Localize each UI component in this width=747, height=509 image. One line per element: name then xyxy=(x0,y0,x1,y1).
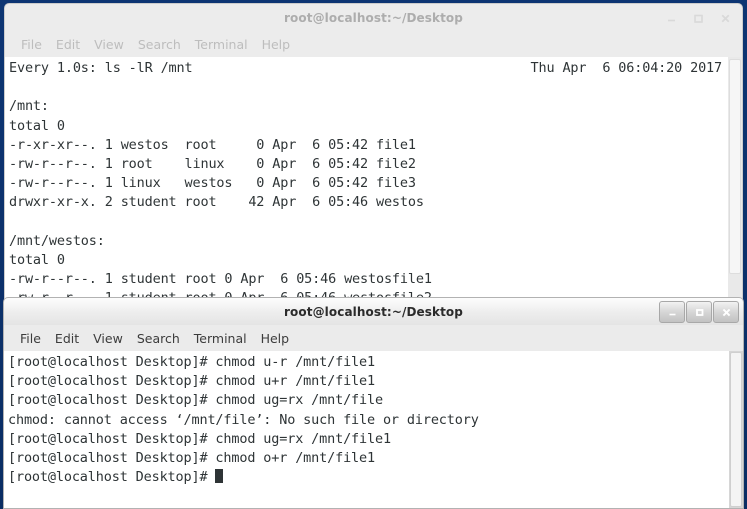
minimize-icon xyxy=(667,19,675,21)
terminal-line: -rw-r--r--. 1 linux westos 0 Apr 6 05:42… xyxy=(9,175,416,192)
minimize-button-shell[interactable] xyxy=(659,301,685,323)
menu-edit-watch[interactable]: Edit xyxy=(49,36,87,53)
menu-file-shell[interactable]: File xyxy=(13,330,48,347)
scrollbar-thumb-shell[interactable] xyxy=(730,352,742,507)
menu-help-shell[interactable]: Help xyxy=(254,330,297,347)
terminal-window-watch[interactable]: root@localhost:~/Desktop File Edit View … xyxy=(4,3,743,305)
watch-header-line: Every 1.0s: ls -lR /mnt Thu Apr 6 06:04:… xyxy=(9,59,728,78)
terminal-line: -rw-r--r--. 1 student root 0 Apr 6 05:46… xyxy=(9,271,432,288)
minimize-button-watch[interactable] xyxy=(658,7,684,29)
close-icon xyxy=(722,308,730,316)
menu-terminal-watch[interactable]: Terminal xyxy=(188,36,255,53)
vertical-scrollbar-watch[interactable] xyxy=(728,57,742,304)
terminal-line: /mnt: xyxy=(9,98,49,115)
terminal-line: /mnt/westos: xyxy=(9,232,105,249)
vertical-scrollbar-shell[interactable] xyxy=(729,351,743,508)
terminal-line: [root@localhost Desktop]# chmod ug=rx /m… xyxy=(8,430,391,447)
menubar-watch[interactable]: File Edit View Search Terminal Help xyxy=(4,31,743,57)
menu-help-watch[interactable]: Help xyxy=(255,36,298,53)
terminal-line: [root@localhost Desktop]# chmod u-r /mnt… xyxy=(8,354,375,370)
menu-edit-shell[interactable]: Edit xyxy=(48,330,86,347)
terminal-line: [root@localhost Desktop]# chmod u+r /mnt… xyxy=(8,373,375,390)
window-controls-shell[interactable] xyxy=(658,298,739,326)
terminal-line: [root@localhost Desktop]# chmod o+r /mnt… xyxy=(8,449,375,466)
titlebar-watch[interactable]: root@localhost:~/Desktop xyxy=(4,3,743,31)
terminal-output-watch[interactable]: Every 1.0s: ls -lR /mnt Thu Apr 6 06:04:… xyxy=(5,57,728,304)
menu-search-shell[interactable]: Search xyxy=(130,330,187,347)
scrollbar-thumb-watch[interactable] xyxy=(729,59,741,274)
close-button-shell[interactable] xyxy=(713,301,739,323)
close-button-watch[interactable] xyxy=(712,7,738,29)
menu-search-watch[interactable]: Search xyxy=(131,36,188,53)
prompt-text: [root@localhost Desktop]# xyxy=(8,469,216,486)
terminal-line: -r-xr-xr--. 1 westos root 0 Apr 6 05:42 … xyxy=(9,136,416,153)
window-controls-watch[interactable] xyxy=(657,4,738,32)
menubar-shell[interactable]: File Edit View Search Terminal Help xyxy=(3,325,744,351)
terminal-prompt-line[interactable]: [root@localhost Desktop]# xyxy=(8,468,729,487)
menu-view-watch[interactable]: View xyxy=(87,36,131,53)
window-title-watch: root@localhost:~/Desktop xyxy=(284,10,463,25)
maximize-icon xyxy=(693,14,703,23)
terminal-line: -rw-r--r--. 1 root linux 0 Apr 6 05:42 f… xyxy=(9,155,416,172)
maximize-icon xyxy=(695,308,703,316)
text-cursor xyxy=(215,469,224,484)
terminal-body-watch: Every 1.0s: ls -lR /mnt Thu Apr 6 06:04:… xyxy=(4,57,743,305)
window-title-shell: root@localhost:~/Desktop xyxy=(284,304,463,319)
menu-view-shell[interactable]: View xyxy=(86,330,130,347)
menu-file-watch[interactable]: File xyxy=(14,36,49,53)
terminal-output-shell[interactable]: [root@localhost Desktop]# chmod u-r /mnt… xyxy=(4,351,729,508)
minimize-icon xyxy=(669,313,675,315)
terminal-body-shell: [root@localhost Desktop]# chmod u-r /mnt… xyxy=(3,351,744,509)
terminal-line: total 0 xyxy=(9,117,65,134)
terminal-line-error: chmod: cannot access ‘/mnt/file’: No suc… xyxy=(8,411,479,428)
watch-timestamp: Thu Apr 6 06:04:20 2017 xyxy=(530,60,723,76)
maximize-button-shell[interactable] xyxy=(686,301,712,323)
close-icon xyxy=(721,14,729,22)
terminal-window-shell[interactable]: root@localhost:~/Desktop File Edit View … xyxy=(3,297,744,509)
terminal-line: total 0 xyxy=(9,251,65,268)
maximize-button-watch[interactable] xyxy=(685,7,711,29)
menu-terminal-shell[interactable]: Terminal xyxy=(187,330,254,347)
titlebar-shell[interactable]: root@localhost:~/Desktop xyxy=(3,297,744,325)
terminal-line: [root@localhost Desktop]# chmod ug=rx /m… xyxy=(8,392,383,409)
terminal-line: drwxr-xr-x. 2 student root 42 Apr 6 05:4… xyxy=(9,194,424,211)
watch-command: Every 1.0s: ls -lR /mnt xyxy=(9,60,193,76)
